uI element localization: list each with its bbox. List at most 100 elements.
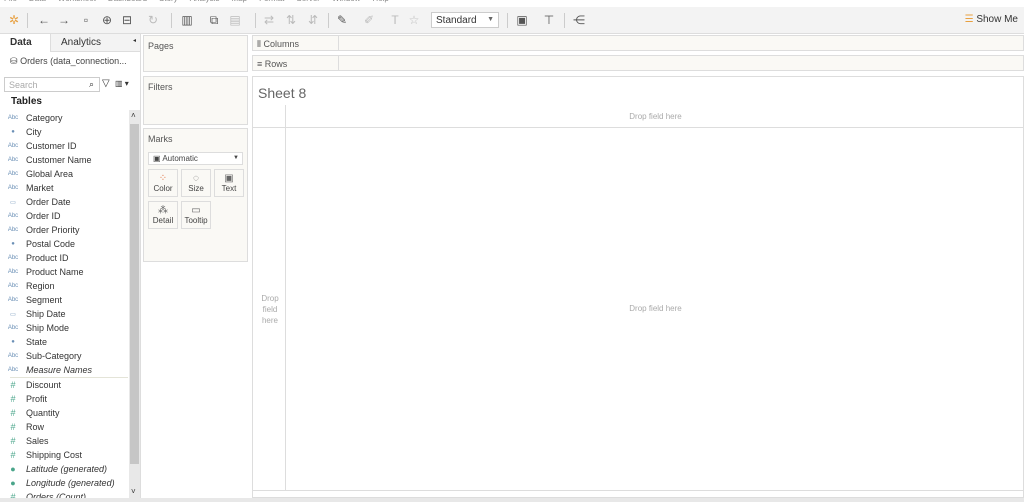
field-item[interactable]: # Row	[0, 420, 128, 434]
field-item[interactable]: ● Postal Code	[0, 237, 128, 251]
color-label: Color	[153, 184, 173, 193]
new-datasource-icon[interactable]: ⊕	[100, 13, 114, 27]
menu-analysis[interactable]: Analysis	[190, 0, 220, 7]
rows-shelf[interactable]: ≡ Rows	[252, 55, 1024, 71]
field-item[interactable]: ▭ Order Date	[0, 195, 128, 209]
color-button[interactable]: ⁘ Color	[148, 169, 178, 197]
field-item[interactable]: # Shipping Cost	[0, 448, 128, 462]
search-input[interactable]: Search	[4, 77, 100, 92]
tableau-logo-icon[interactable]: ✲	[7, 13, 21, 27]
field-item[interactable]: # Quantity	[0, 406, 128, 420]
detail-label: Detail	[152, 216, 174, 225]
field-item[interactable]: Abc Region	[0, 279, 128, 293]
menu-help[interactable]: Help	[372, 0, 388, 7]
field-label: Segment	[26, 295, 63, 305]
field-item[interactable]: # Sales	[0, 434, 128, 448]
sort-asc-icon[interactable]: ⇅	[284, 13, 298, 27]
field-label: Product Name	[26, 267, 84, 277]
field-item[interactable]: Abc Product ID	[0, 251, 128, 265]
size-button[interactable]: ◌ Size	[181, 169, 211, 197]
drop-zone-center[interactable]: Drop field here	[286, 304, 1024, 313]
menu-server[interactable]: Server	[296, 0, 320, 7]
sheet-title[interactable]: Sheet 8	[258, 85, 306, 101]
field-item[interactable]: Abc Order Priority	[0, 223, 128, 237]
scrollbar-thumb[interactable]	[130, 124, 139, 464]
field-item[interactable]: ● Longitude (generated)	[0, 476, 128, 490]
text-button[interactable]: ▣ Text	[214, 169, 244, 197]
share-icon[interactable]: ⋲	[572, 13, 586, 27]
globe-icon: ●	[11, 339, 15, 345]
abc-icon: Abc	[7, 353, 19, 359]
refresh-icon[interactable]: ↻	[146, 13, 160, 27]
columns-shelf[interactable]: ⦀ Columns	[252, 35, 1024, 51]
field-item[interactable]: Abc Order ID	[0, 209, 128, 223]
field-item[interactable]: ● City	[0, 125, 128, 139]
save-icon[interactable]: ▫	[79, 13, 93, 27]
menu-file[interactable]: File	[4, 0, 17, 7]
menu-data[interactable]: Data	[29, 0, 46, 7]
detail-button[interactable]: ⁂ Detail	[148, 201, 178, 229]
pin-icon[interactable]: ☆	[407, 13, 421, 27]
field-item[interactable]: Abc Segment	[0, 293, 128, 307]
menu-story[interactable]: Story	[159, 0, 178, 7]
presentation-icon[interactable]: ⊤	[542, 13, 556, 27]
drop-zone-columns[interactable]: Drop field here	[286, 112, 1024, 121]
sort-desc-icon[interactable]: ⇵	[306, 13, 320, 27]
field-item[interactable]: ● State	[0, 335, 128, 349]
menu-worksheet[interactable]: Worksheet	[58, 0, 96, 7]
color-icon: ⁘	[158, 173, 168, 184]
field-item[interactable]: Abc Category	[0, 111, 128, 125]
scroll-down-icon[interactable]: ˅	[131, 487, 136, 496]
field-item[interactable]: # Discount	[0, 378, 128, 392]
new-worksheet-icon[interactable]: ▥	[180, 13, 194, 27]
redo-icon[interactable]: →	[57, 13, 71, 27]
clear-sheet-icon[interactable]: ▤	[228, 13, 242, 27]
show-me-button[interactable]: ☰ Show Me	[965, 14, 1018, 25]
menu-map[interactable]: Map	[232, 0, 248, 7]
mark-type-value: Automatic	[162, 154, 198, 163]
field-item[interactable]: ● Latitude (generated)	[0, 462, 128, 476]
tab-analytics[interactable]: Analytics ◂	[50, 34, 140, 52]
group-icon[interactable]: ✐	[362, 13, 376, 27]
field-item[interactable]: Abc Customer ID	[0, 139, 128, 153]
tab-data[interactable]: Data	[0, 34, 50, 52]
field-item[interactable]: Abc Measure Names	[0, 363, 128, 377]
datasource-item[interactable]: ⛁ Orders (data_connection...	[10, 56, 127, 67]
undo-icon[interactable]: ←	[37, 13, 51, 27]
field-item[interactable]: Abc Ship Mode	[0, 321, 128, 335]
divider	[253, 490, 1024, 491]
field-item[interactable]: Abc Product Name	[0, 265, 128, 279]
collapse-icon[interactable]: ◂	[133, 37, 136, 44]
scroll-up-icon[interactable]: ˄	[131, 111, 136, 120]
duplicate-icon[interactable]: ⧉	[207, 13, 221, 28]
show-cards-icon[interactable]: ▣	[515, 13, 529, 27]
highlight-icon[interactable]: ✎	[335, 13, 349, 27]
abc-icon: Abc	[7, 143, 19, 149]
fit-select[interactable]: Standard ▼	[431, 12, 499, 28]
field-item[interactable]: ▭ Ship Date	[0, 307, 128, 321]
drop-zone-rows[interactable]: Drop field here	[257, 293, 283, 326]
field-item[interactable]: Abc Market	[0, 181, 128, 195]
menu-dashboard[interactable]: Dashboard	[108, 0, 147, 7]
tooltip-button[interactable]: ▭ Tooltip	[181, 201, 211, 229]
filters-card[interactable]: Filters	[143, 76, 248, 125]
mark-type-select[interactable]: ▣ Automatic ▼	[148, 152, 243, 165]
calendar-icon: ▭	[10, 199, 16, 206]
abc-icon: Abc	[7, 297, 19, 303]
swap-icon[interactable]: ⇄	[262, 13, 276, 27]
rows-icon: ≡	[257, 59, 263, 69]
field-item[interactable]: # Profit	[0, 392, 128, 406]
marks-label: Marks	[148, 134, 173, 144]
menu-format[interactable]: Format	[259, 0, 284, 7]
pause-updates-icon[interactable]: ⊟	[120, 13, 134, 27]
view-options-icon[interactable]: ▥ ▾	[115, 79, 129, 88]
sheet-tabs-bar[interactable]	[0, 498, 1024, 502]
field-item[interactable]: Abc Global Area	[0, 167, 128, 181]
field-item[interactable]: Abc Sub-Category	[0, 349, 128, 363]
field-item[interactable]: Abc Customer Name	[0, 153, 128, 167]
pages-card[interactable]: Pages	[143, 35, 248, 72]
filter-icon[interactable]: ▽	[102, 78, 110, 89]
menu-window[interactable]: Window	[332, 0, 360, 7]
labels-icon[interactable]: T	[388, 13, 402, 27]
abc-icon: Abc	[7, 325, 19, 331]
